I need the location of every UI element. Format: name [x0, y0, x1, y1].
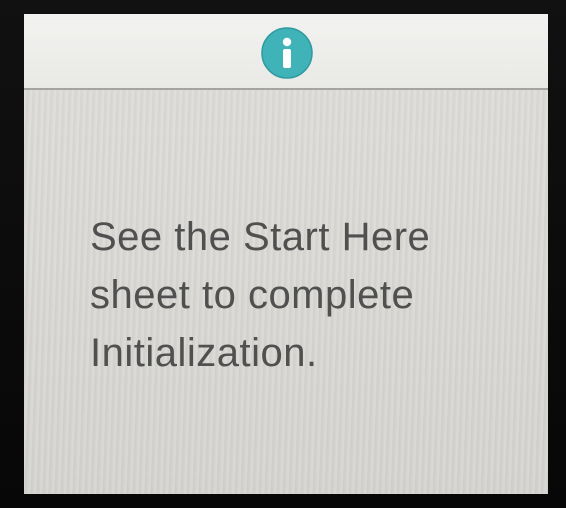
message-area: See the Start Here sheet to complete Ini…: [24, 90, 548, 494]
message-text: See the Start Here sheet to complete Ini…: [90, 208, 520, 382]
message-line-1: See the Start Here: [90, 215, 431, 259]
message-line-2: sheet to complete: [90, 273, 415, 317]
info-icon: [261, 27, 313, 79]
lcd-screen: See the Start Here sheet to complete Ini…: [24, 14, 548, 494]
header-bar: [24, 14, 548, 90]
message-line-3: Initialization.: [90, 331, 318, 375]
